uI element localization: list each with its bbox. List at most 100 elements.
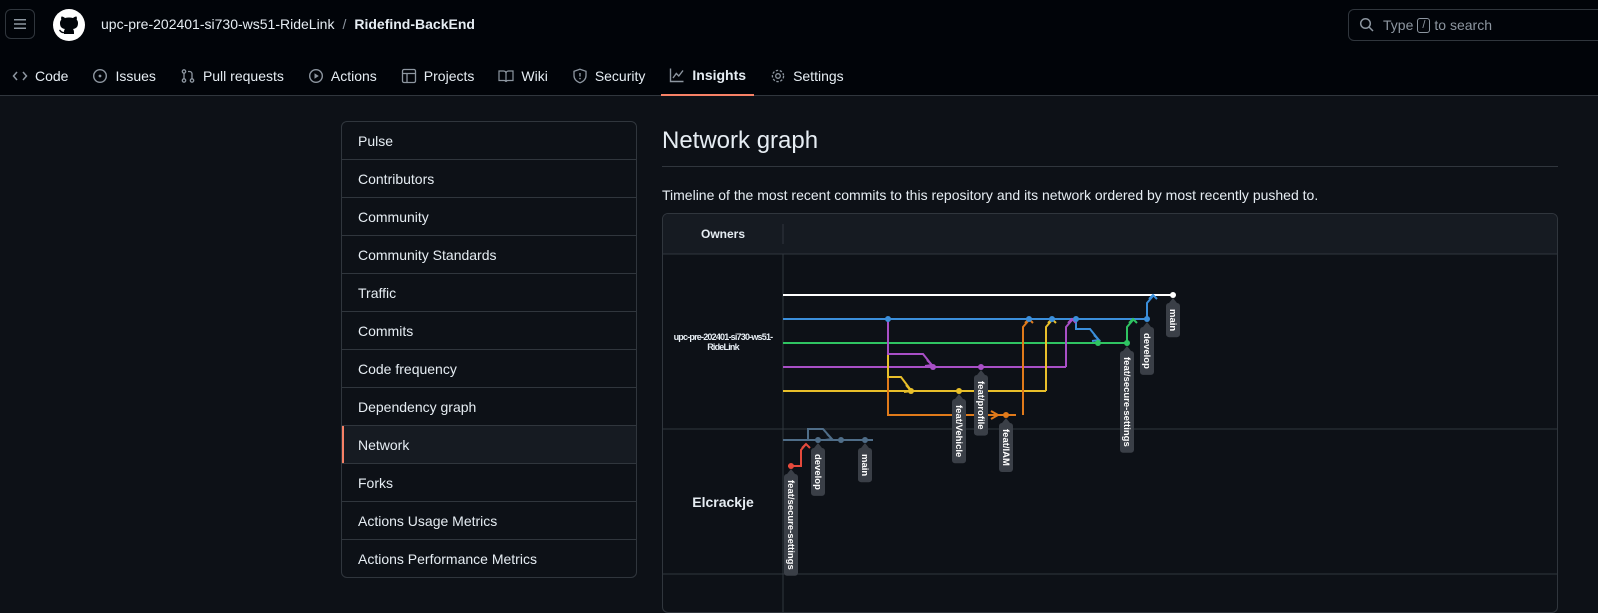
branch-label-text: develop bbox=[812, 454, 823, 490]
tab-label: Issues bbox=[115, 68, 156, 84]
page-title: Network graph bbox=[662, 121, 1558, 167]
sidebar-item-pulse[interactable]: Pulse bbox=[342, 122, 636, 159]
branch-label-text: feat/profile bbox=[975, 381, 986, 430]
branch-label-text: feat/secure-settings bbox=[785, 480, 796, 570]
commit-dot bbox=[956, 388, 962, 394]
tab-wiki[interactable]: Wiki bbox=[490, 56, 555, 96]
pull-request-icon bbox=[181, 69, 195, 83]
commit-dot bbox=[1144, 316, 1150, 322]
branch-label-pointer bbox=[1169, 298, 1177, 303]
code-icon bbox=[12, 71, 28, 81]
commit-dot bbox=[1049, 316, 1055, 322]
tab-pull-requests[interactable]: Pull requests bbox=[172, 56, 292, 96]
commit-dot bbox=[1170, 292, 1176, 298]
search-icon bbox=[1359, 17, 1374, 32]
commit-dot bbox=[1003, 412, 1009, 418]
tab-settings[interactable]: Settings bbox=[762, 56, 852, 96]
tab-label: Code bbox=[35, 68, 69, 84]
branch-label-pointer bbox=[1123, 346, 1131, 351]
play-icon bbox=[308, 68, 323, 84]
branch-label-fork-main: main bbox=[858, 443, 872, 483]
arrow-icon bbox=[801, 442, 811, 449]
breadcrumb-separator: / bbox=[342, 16, 347, 32]
tab-label: Security bbox=[594, 68, 646, 84]
commit-dot bbox=[1124, 340, 1130, 346]
arrow-icon bbox=[824, 433, 835, 441]
branch-label-main: main bbox=[1166, 298, 1180, 338]
table-icon bbox=[401, 68, 416, 84]
branch-label-pointer bbox=[1143, 322, 1151, 327]
branch-label-fork-feat-secure-settings: feat/secure-settings bbox=[784, 469, 798, 576]
tab-actions[interactable]: Actions bbox=[300, 56, 385, 96]
profile-merge-curve bbox=[887, 319, 932, 365]
sidebar-item-traffic[interactable]: Traffic bbox=[342, 273, 636, 311]
search-prefix: Type bbox=[1383, 17, 1414, 33]
tab-label: Wiki bbox=[521, 68, 548, 84]
commit-dot bbox=[815, 437, 821, 443]
branch-label-pointer bbox=[1002, 418, 1010, 423]
sidebar-item-community[interactable]: Community bbox=[342, 197, 636, 235]
commit-dot bbox=[862, 437, 868, 443]
main-content: Network graph Timeline of the most recen… bbox=[662, 121, 1558, 203]
network-graph[interactable]: Owners upc-pre-202401-si730-ws51-RideLin… bbox=[662, 213, 1558, 613]
branch-label-pointer bbox=[977, 370, 985, 375]
commit-dot bbox=[1073, 316, 1079, 322]
commit-dot bbox=[978, 364, 984, 370]
sidebar-item-contributors[interactable]: Contributors bbox=[342, 159, 636, 197]
gear-icon bbox=[771, 69, 785, 83]
commit-dot bbox=[838, 437, 844, 443]
branch-label-feat-secure-settings: feat/secure-settings bbox=[1120, 346, 1134, 453]
repo-nav: Code Issues Pull requests Actions Projec… bbox=[0, 56, 860, 96]
branch-label-feat-iam: feat/IAM bbox=[999, 418, 1013, 472]
page-description: Timeline of the most recent commits to t… bbox=[662, 187, 1319, 203]
tab-security[interactable]: Security bbox=[564, 56, 654, 96]
tab-label: Pull requests bbox=[202, 68, 284, 84]
search-shortcut-key: / bbox=[1417, 17, 1431, 33]
search-input[interactable]: Type / to search bbox=[1348, 9, 1598, 41]
branch-label-text: feat/Vehicle bbox=[953, 405, 964, 457]
sidebar-item-code-frequency[interactable]: Code frequency bbox=[342, 349, 636, 387]
tab-projects[interactable]: Projects bbox=[393, 56, 483, 96]
insights-sidebar: Pulse Contributors Community Community S… bbox=[341, 121, 637, 578]
github-logo-icon[interactable] bbox=[53, 9, 85, 41]
branch-label-fork-develop: develop bbox=[811, 443, 825, 496]
shield-icon bbox=[573, 68, 587, 84]
tab-label: Insights bbox=[692, 67, 747, 83]
branch-label-pointer bbox=[787, 469, 795, 474]
sidebar-item-commits[interactable]: Commits bbox=[342, 311, 636, 349]
sidebar-item-forks[interactable]: Forks bbox=[342, 463, 636, 501]
graph-branch-labels: main develop feat/secure-settings feat/prof… bbox=[784, 298, 1180, 576]
network-graph-canvas: main develop feat/secure-settings feat/prof… bbox=[663, 224, 1557, 612]
branch-label-feat-vehicle: feat/Vehicle bbox=[952, 394, 966, 464]
vehicle-merge-curve bbox=[1045, 319, 1053, 391]
repo-link[interactable]: Ridefind-BackEnd bbox=[354, 16, 475, 32]
branch-label-develop: develop bbox=[1140, 322, 1154, 375]
search-suffix: to search bbox=[1434, 17, 1493, 33]
tab-code[interactable]: Code bbox=[0, 56, 76, 96]
branch-label-text: develop bbox=[1141, 333, 1152, 369]
sidebar-item-network[interactable]: Network bbox=[342, 425, 636, 463]
breadcrumb: upc-pre-202401-si730-ws51-RideLink / Rid… bbox=[101, 16, 475, 32]
branch-label-text: main bbox=[1167, 309, 1178, 331]
branch-label-text: main bbox=[859, 454, 870, 476]
tab-insights[interactable]: Insights bbox=[661, 56, 755, 96]
tab-issues[interactable]: Issues bbox=[84, 56, 163, 96]
menu-button[interactable] bbox=[5, 9, 35, 39]
owner-link[interactable]: upc-pre-202401-si730-ws51-RideLink bbox=[101, 16, 334, 32]
branch-label-pointer bbox=[814, 443, 822, 448]
secure-merge-curve bbox=[1126, 319, 1134, 343]
develop-merge-curve bbox=[1146, 295, 1154, 319]
commit-dot bbox=[1026, 316, 1032, 322]
sidebar-item-actions-usage-metrics[interactable]: Actions Usage Metrics bbox=[342, 501, 636, 539]
top-header: upc-pre-202401-si730-ws51-RideLink / Rid… bbox=[0, 0, 1598, 96]
commit-dot bbox=[1095, 340, 1101, 346]
sidebar-item-actions-performance-metrics[interactable]: Actions Performance Metrics bbox=[342, 539, 636, 577]
commit-dot bbox=[885, 316, 891, 322]
sidebar-item-community-standards[interactable]: Community Standards bbox=[342, 235, 636, 273]
branch-label-feat-profile: feat/profile bbox=[974, 370, 988, 436]
sidebar-item-dependency-graph[interactable]: Dependency graph bbox=[342, 387, 636, 425]
issue-icon bbox=[93, 68, 108, 84]
graph-icon bbox=[670, 68, 684, 83]
branch-label-text: feat/secure-settings bbox=[1121, 357, 1132, 447]
book-icon bbox=[498, 70, 514, 83]
